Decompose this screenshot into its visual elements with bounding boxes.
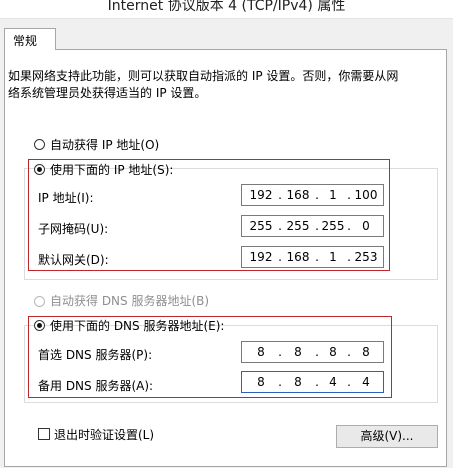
dns-manual-label[interactable]: 使用下面的 DNS 服务器地址(E): (50, 317, 224, 334)
dns-auto-label[interactable]: 自动获得 DNS 服务器地址(B) (50, 292, 209, 309)
alternate-dns-octet-3: 4 (329, 375, 337, 389)
subnet-mask-octet-3: 255 (321, 219, 345, 233)
preferred-dns-label: 首选 DNS 服务器(P): (38, 348, 153, 362)
advanced-button[interactable]: 高级(V)... (336, 425, 438, 448)
subnet-mask-octet-4: 0 (362, 219, 370, 233)
ip-address-octet-1: 192 (249, 188, 273, 202)
ip-manual-radio[interactable] (34, 164, 45, 175)
preferred-dns-octet-1: 8 (257, 345, 265, 359)
default-gateway-octet-4: 253 (354, 250, 378, 264)
subnet-mask-octet-2: 255 (286, 219, 310, 233)
tab-general[interactable]: 常规 (4, 28, 56, 50)
default-gateway-field[interactable]: 192 . 168 . 1 . 253 (241, 246, 384, 268)
default-gateway-octet-3: 1 (329, 250, 337, 264)
ip-address-octet-4: 100 (354, 188, 378, 202)
alternate-dns-field[interactable]: 8 . 8 . 4 . 4 (241, 371, 384, 393)
alternate-dns-octet-4: 4 (362, 375, 370, 389)
preferred-dns-field[interactable]: 8 . 8 . 8 . 8 (241, 341, 384, 363)
ip-address-octet-2: 168 (286, 188, 310, 202)
ip-address-label: IP 地址(I): (38, 191, 94, 205)
preferred-dns-octet-2: 8 (294, 345, 302, 359)
tab-general-label: 常规 (13, 34, 38, 48)
subnet-mask-octet-1: 255 (249, 219, 273, 233)
subnet-mask-field[interactable]: 255 . 255 . 255 . 0 (241, 215, 384, 237)
intro-text: 如果网络支持此功能，则可以获取自动指派的 IP 设置。否则，你需要从网 络系统管… (8, 68, 438, 102)
window-title: Internet 协议版本 4 (TCP/IPv4) 属性 (107, 0, 346, 14)
dns-manual-radio[interactable] (34, 320, 45, 331)
ip-address-octet-3: 1 (329, 188, 337, 202)
default-gateway-octet-1: 192 (249, 250, 273, 264)
ip-auto-radio[interactable] (34, 139, 45, 150)
default-gateway-label: 默认网关(D): (38, 253, 109, 267)
preferred-dns-octet-4: 8 (362, 345, 370, 359)
dns-auto-radio[interactable] (34, 296, 45, 307)
title-bar: Internet 协议版本 4 (TCP/IPv4) 属性 (0, 0, 453, 19)
alternate-dns-octet-1: 8 (257, 375, 265, 389)
alternate-dns-label: 备用 DNS 服务器(A): (38, 379, 154, 393)
default-gateway-octet-2: 168 (286, 250, 310, 264)
ip-address-field[interactable]: 192 . 168 . 1 . 100 (241, 184, 384, 206)
alternate-dns-octet-2: 8 (294, 375, 302, 389)
preferred-dns-octet-3: 8 (329, 345, 337, 359)
validate-on-exit-checkbox[interactable] (38, 428, 50, 440)
ip-manual-label[interactable]: 使用下面的 IP 地址(S): (50, 161, 173, 178)
validate-on-exit-label[interactable]: 退出时验证设置(L) (54, 426, 154, 443)
ip-auto-label[interactable]: 自动获得 IP 地址(O) (50, 136, 159, 153)
intro-line-1: 如果网络支持此功能，则可以获取自动指派的 IP 设置。否则，你需要从网 (8, 69, 399, 83)
subnet-mask-label: 子网掩码(U): (38, 222, 109, 236)
intro-line-2: 络系统管理员处获得适当的 IP 设置。 (8, 86, 207, 100)
